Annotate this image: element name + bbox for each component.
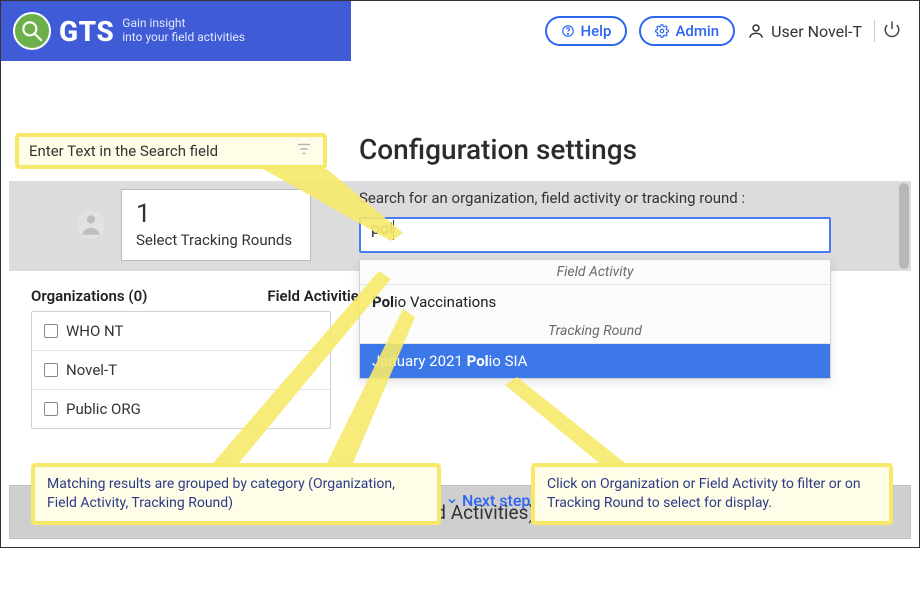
user-icon <box>747 22 765 40</box>
step-icon <box>61 189 121 261</box>
page-title: Configuration settings <box>359 133 637 166</box>
dropdown-item-jan2021-polio-sia[interactable]: January 2021 Polio SIA <box>360 344 830 378</box>
callout-grouped: Matching results are grouped by category… <box>31 463 441 525</box>
search-label: Search for an organization, field activi… <box>359 189 897 207</box>
checkbox[interactable] <box>44 363 58 377</box>
callout-search-hint-text: Enter Text in the Search field <box>29 142 218 160</box>
help-label: Help <box>581 22 612 40</box>
next-step-label: Next step <box>462 491 530 510</box>
logout-button[interactable] <box>874 20 901 42</box>
callout-click-hint: Click on Organization or Field Activity … <box>531 463 893 525</box>
step-number: 1 <box>136 201 292 227</box>
col-organizations: Organizations (0) <box>31 287 147 305</box>
topbar: GTS Gain insight into your field activit… <box>1 1 919 61</box>
tagline-line2: into your field activities <box>122 31 245 45</box>
search-dropdown: Field Activity Polio Vaccinations Tracki… <box>359 259 831 379</box>
dropdown-item-polio-vaccinations[interactable]: Polio Vaccinations <box>360 285 830 319</box>
step-card[interactable]: 1 Select Tracking Rounds <box>121 189 311 261</box>
help-button[interactable]: Help <box>545 16 628 46</box>
topbar-actions: Help Admin User Novel-T <box>545 16 902 46</box>
chevron-down-icon <box>446 495 458 507</box>
step-label: Select Tracking Rounds <box>136 231 292 249</box>
org-row-who-nt[interactable]: WHO NT <box>32 312 330 351</box>
admin-label: Admin <box>675 22 719 40</box>
next-step-link[interactable]: Next step <box>446 491 530 510</box>
search-input[interactable]: pol <box>359 217 831 253</box>
brand-name: GTS <box>59 15 114 48</box>
org-list: WHO NT Novel-T Public ORG <box>31 311 331 429</box>
logo-mark <box>13 12 51 50</box>
dropdown-group-tracking-round: Tracking Round <box>360 319 830 344</box>
power-icon <box>883 20 901 38</box>
search-area: Search for an organization, field activi… <box>359 189 897 253</box>
filter-icon <box>295 140 313 162</box>
tagline-line1: Gain insight <box>122 17 245 31</box>
checkbox[interactable] <box>44 324 58 338</box>
dropdown-group-field-activity: Field Activity <box>360 260 830 285</box>
user-chip[interactable]: User Novel-T <box>747 22 862 41</box>
callout-search-hint: Enter Text in the Search field <box>15 133 327 169</box>
column-headers: Organizations (0) Field Activities (0) <box>31 287 389 305</box>
org-row-novel-t[interactable]: Novel-T <box>32 351 330 390</box>
tagline: Gain insight into your field activities <box>122 17 245 45</box>
logo: GTS Gain insight into your field activit… <box>13 12 351 50</box>
scrollbar-thumb[interactable] <box>899 183 909 269</box>
admin-button[interactable]: Admin <box>639 16 735 46</box>
step-indicator: 1 Select Tracking Rounds <box>61 189 311 261</box>
user-name: User Novel-T <box>771 22 862 41</box>
search-input-value: pol <box>371 219 393 238</box>
checkbox[interactable] <box>44 402 58 416</box>
org-row-public-org[interactable]: Public ORG <box>32 390 330 428</box>
